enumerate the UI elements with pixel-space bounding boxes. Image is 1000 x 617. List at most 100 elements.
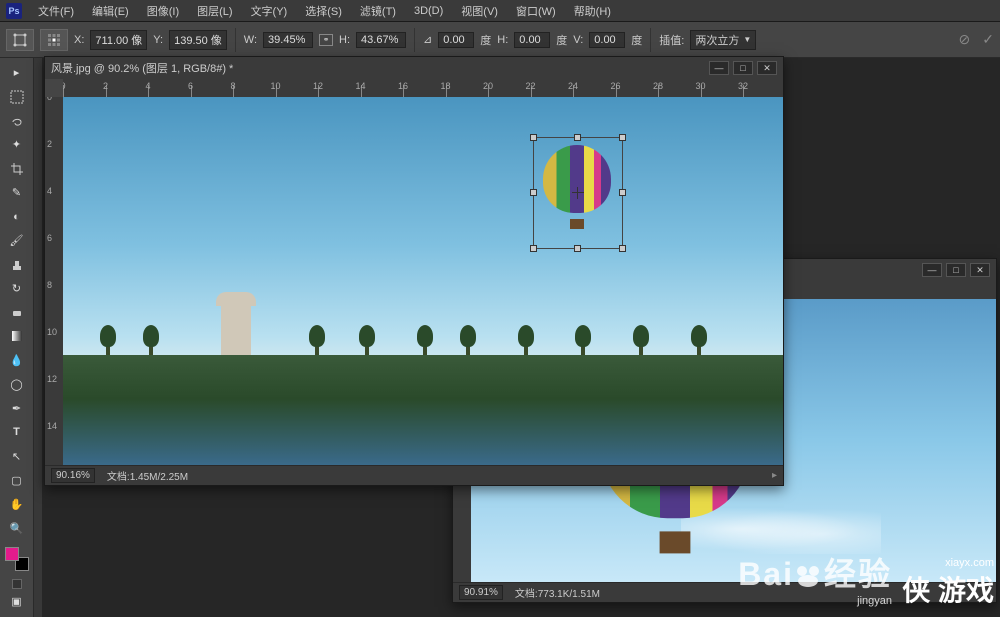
doc2-status-label: 文档: — [515, 589, 538, 600]
menu-file[interactable]: 文件(F) — [30, 1, 82, 21]
options-bar: X: 711.00 像 Y: 139.50 像 W: 39.45% ⚭ H: 4… — [0, 22, 1000, 58]
landscape-foreground — [63, 355, 783, 465]
v-label: V: — [573, 34, 583, 46]
h2-field[interactable]: 0.00 — [514, 32, 550, 48]
angle-unit: 度 — [480, 32, 491, 48]
eraser-tool[interactable] — [6, 302, 28, 324]
close-button[interactable]: ✕ — [970, 263, 990, 277]
doc1-status-value: 1.45M/2.25M — [130, 472, 188, 483]
transform-bounding-box[interactable] — [533, 137, 623, 249]
blur-tool[interactable]: 💧 — [6, 349, 28, 371]
menu-image[interactable]: 图像(I) — [139, 1, 187, 21]
doc1-titlebar[interactable]: 风景.jpg @ 90.2% (图层 1, RGB/8#) * — □ ✕ — [45, 57, 783, 79]
chevron-down-icon: ▼ — [743, 35, 751, 44]
workspace: — □ ✕ 90.91% 文档:773.1K/ — [42, 58, 1000, 617]
w-field[interactable]: 39.45% — [263, 32, 313, 48]
separator — [235, 28, 236, 52]
h-label: H: — [339, 34, 350, 46]
reference-point-icon[interactable] — [40, 29, 68, 51]
v-unit: 度 — [631, 32, 642, 48]
handle-top-center[interactable] — [574, 134, 581, 141]
x-label: X: — [74, 34, 84, 46]
minimize-button[interactable]: — — [709, 61, 729, 75]
maximize-button[interactable]: □ — [733, 61, 753, 75]
watermark-baidu: Bai经验 jingyan — [738, 549, 892, 607]
hand-tool[interactable]: ✋ — [6, 493, 28, 515]
eyedropper-tool[interactable]: ✎ — [6, 182, 28, 204]
scroll-arrow-icon[interactable]: ▸ — [772, 470, 777, 481]
gutter — [34, 58, 42, 617]
main-area: ▸ ✦ ✎ ◐ 🖌 ↻ 💧 ◯ ✒ T ↖ ▢ ✋ 🔍 ▣ — [0, 58, 1000, 617]
edit-modes — [12, 579, 22, 589]
menu-filter[interactable]: 滤镜(T) — [352, 1, 404, 21]
interp-dropdown[interactable]: 两次立方▼ — [690, 30, 756, 50]
menu-window[interactable]: 窗口(W) — [508, 1, 564, 21]
v-field[interactable]: 0.00 — [589, 32, 625, 48]
ps-logo-icon: Ps — [6, 3, 22, 19]
handle-mid-left[interactable] — [530, 189, 537, 196]
x-field[interactable]: 711.00 像 — [90, 30, 147, 50]
h2-label: H: — [497, 34, 508, 46]
dodge-tool[interactable]: ◯ — [6, 373, 28, 395]
handle-top-left[interactable] — [530, 134, 537, 141]
crop-tool[interactable] — [6, 158, 28, 180]
doc1-ruler-v[interactable]: 02468101214 — [45, 97, 63, 465]
path-select-tool[interactable]: ↖ — [6, 445, 28, 467]
minimize-button[interactable]: — — [922, 263, 942, 277]
pen-tool[interactable]: ✒ — [6, 397, 28, 419]
doc2-zoom[interactable]: 90.91% — [459, 585, 503, 600]
h-field[interactable]: 43.67% — [356, 32, 406, 48]
wand-tool[interactable]: ✦ — [6, 134, 28, 156]
color-swatches[interactable] — [5, 547, 29, 571]
menu-type[interactable]: 文字(Y) — [243, 1, 296, 21]
transform-tool-icon[interactable] — [6, 29, 34, 51]
doc1-ruler-h[interactable]: 02468101214161820222426283032 — [63, 79, 783, 97]
doc1-title: 风景.jpg @ 90.2% (图层 1, RGB/8#) * — [51, 60, 709, 76]
zoom-tool[interactable]: 🔍 — [6, 517, 28, 539]
stamp-tool[interactable] — [6, 254, 28, 276]
doc1-canvas[interactable] — [63, 97, 783, 465]
handle-bottom-left[interactable] — [530, 245, 537, 252]
doc1-zoom[interactable]: 90.16% — [51, 468, 95, 483]
water-tower — [221, 302, 251, 362]
menu-3d[interactable]: 3D(D) — [406, 3, 451, 19]
lasso-tool[interactable] — [6, 110, 28, 132]
history-brush-tool[interactable]: ↻ — [6, 278, 28, 300]
healing-tool[interactable]: ◐ — [6, 206, 28, 228]
handle-top-right[interactable] — [619, 134, 626, 141]
commit-transform-icon[interactable]: ✓ — [982, 31, 994, 48]
doc2-status-value: 773.1K/1.51M — [538, 589, 600, 600]
close-button[interactable]: ✕ — [757, 61, 777, 75]
link-wh-icon[interactable]: ⚭ — [319, 34, 333, 46]
handle-mid-right[interactable] — [619, 189, 626, 196]
standard-mode-icon[interactable] — [12, 579, 22, 589]
y-field[interactable]: 139.50 像 — [169, 30, 227, 50]
gradient-tool[interactable] — [6, 325, 28, 347]
handle-bottom-center[interactable] — [574, 245, 581, 252]
move-tool[interactable]: ▸ — [6, 62, 28, 84]
handle-bottom-right[interactable] — [619, 245, 626, 252]
type-tool[interactable]: T — [6, 421, 28, 443]
marquee-tool[interactable] — [6, 86, 28, 108]
brush-tool[interactable]: 🖌 — [6, 230, 28, 252]
w-label: W: — [244, 34, 257, 46]
y-label: Y: — [153, 34, 163, 46]
foreground-swatch[interactable] — [5, 547, 19, 561]
screen-mode-icon[interactable]: ▣ — [6, 591, 28, 613]
maximize-button[interactable]: □ — [946, 263, 966, 277]
watermark-xiayx: xiayx.com 侠 游戏 — [902, 557, 994, 609]
shape-tool[interactable]: ▢ — [6, 469, 28, 491]
h2-unit: 度 — [556, 32, 567, 48]
separator — [414, 28, 415, 52]
menu-layer[interactable]: 图层(L) — [189, 1, 240, 21]
doc1-status-label: 文档: — [107, 472, 130, 483]
menu-edit[interactable]: 编辑(E) — [84, 1, 137, 21]
menu-view[interactable]: 视图(V) — [453, 1, 506, 21]
angle-field[interactable]: 0.00 — [438, 32, 474, 48]
document-window-1[interactable]: 风景.jpg @ 90.2% (图层 1, RGB/8#) * — □ ✕ 02… — [44, 56, 784, 486]
menu-bar: Ps 文件(F) 编辑(E) 图像(I) 图层(L) 文字(Y) 选择(S) 滤… — [0, 0, 1000, 22]
transform-center-point[interactable] — [572, 187, 584, 199]
menu-select[interactable]: 选择(S) — [297, 1, 350, 21]
cancel-transform-icon[interactable]: ⊘ — [959, 31, 971, 48]
menu-help[interactable]: 帮助(H) — [566, 1, 619, 21]
